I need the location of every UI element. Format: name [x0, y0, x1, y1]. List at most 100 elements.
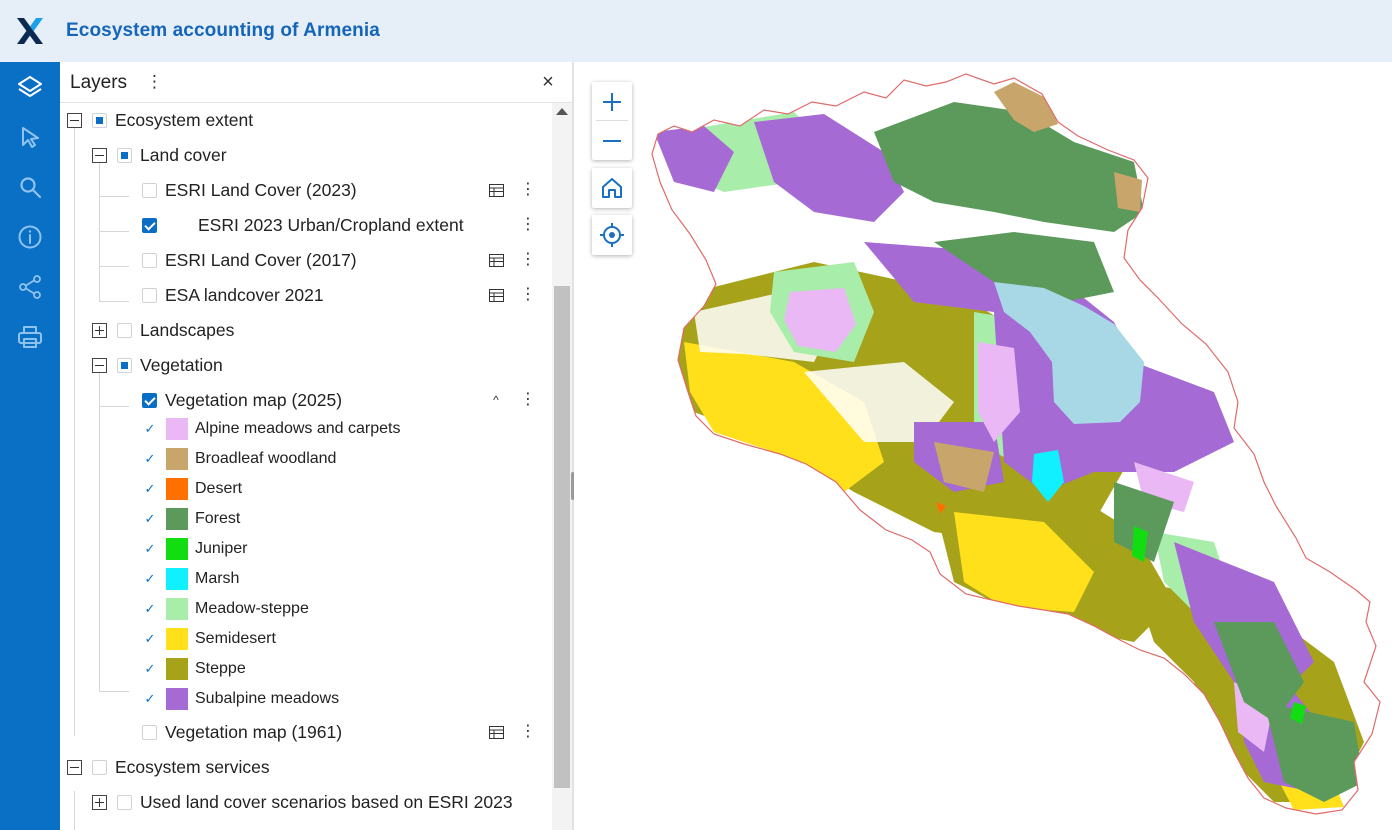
layer-label[interactable]: Ecosystem services [115, 750, 270, 785]
layer-label[interactable]: ESRI Land Cover (2017) [165, 243, 357, 278]
legend-swatch [166, 508, 188, 530]
layer-group-ecosystem-extent: Ecosystem extent [60, 103, 552, 138]
expand-toggle[interactable] [92, 795, 107, 810]
legend-item: ✓ Marsh [60, 564, 552, 594]
scrollbar-thumb[interactable] [554, 286, 570, 788]
check-icon[interactable]: ✓ [144, 510, 156, 528]
app-title: Ecosystem accounting of Armenia [66, 20, 380, 41]
attribute-table-icon[interactable] [489, 289, 504, 302]
legend-label: Meadow-steppe [195, 600, 309, 617]
layer-checkbox[interactable] [142, 288, 157, 303]
layer-checkbox[interactable] [92, 113, 107, 128]
collapse-toggle[interactable] [92, 148, 107, 163]
legend-label: Broadleaf woodland [195, 450, 337, 467]
legend-swatch [166, 658, 188, 680]
expand-toggle[interactable] [92, 323, 107, 338]
legend-label: Semidesert [195, 630, 276, 647]
check-icon[interactable]: ✓ [144, 630, 156, 648]
layer-label[interactable]: Landscapes [140, 313, 234, 348]
legend-item: ✓ Desert [60, 474, 552, 504]
legend-item: ✓ Semidesert [60, 624, 552, 654]
panel-scrollbar[interactable] [552, 103, 572, 830]
layer-checkbox[interactable] [117, 795, 132, 810]
legend-item: ✓ Subalpine meadows [60, 684, 552, 714]
layer-label[interactable]: Vegetation map (1961) [165, 715, 342, 750]
legend-label: Juniper [195, 540, 248, 557]
layer-checkbox[interactable] [142, 218, 157, 233]
layer-label[interactable]: Vegetation [140, 348, 223, 383]
zoom-out-icon[interactable] [592, 121, 632, 160]
layer-menu-kebab-icon[interactable]: ⋮ [520, 278, 536, 313]
layer-label[interactable]: Seasonal Water Yield [140, 820, 307, 830]
layer-checkbox[interactable] [117, 323, 132, 338]
search-icon[interactable] [0, 164, 60, 210]
check-icon[interactable]: ✓ [144, 420, 156, 438]
legend-item: ✓ Alpine meadows and carpets [60, 414, 552, 444]
layer-menu-kebab-icon[interactable]: ⋮ [520, 173, 536, 208]
tool-rail [0, 62, 60, 830]
x-logo-icon[interactable] [0, 0, 60, 62]
collapse-toggle[interactable] [67, 113, 82, 128]
layer-checkbox[interactable] [117, 358, 132, 373]
check-icon[interactable]: ✓ [144, 450, 156, 468]
panel-menu-kebab-icon[interactable]: ⋮ [146, 71, 163, 93]
layer-esri-urban-cropland: ESRI 2023 Urban/Cropland extent ⋮ [60, 208, 552, 243]
layer-label[interactable]: Land cover [140, 138, 227, 173]
close-icon[interactable]: × [538, 71, 558, 93]
layer-menu-kebab-icon[interactable]: ⋮ [520, 383, 536, 418]
home-icon[interactable] [592, 168, 632, 208]
attribute-table-icon[interactable] [489, 254, 504, 267]
layer-vegetation-map-2025: Vegetation map (2025) ^ ⋮ [60, 383, 552, 418]
layer-menu-kebab-icon[interactable]: ⋮ [520, 208, 536, 243]
attribute-table-icon[interactable] [489, 726, 504, 739]
collapse-toggle[interactable] [67, 760, 82, 775]
layer-label[interactable]: Vegetation map (2025) [165, 383, 342, 418]
check-icon[interactable]: ✓ [144, 480, 156, 498]
check-icon[interactable]: ✓ [144, 660, 156, 678]
locate-icon[interactable] [592, 215, 632, 255]
check-icon[interactable]: ✓ [144, 600, 156, 618]
legend-label: Steppe [195, 660, 246, 677]
layer-group-used-land-cover: Used land cover scenarios based on ESRI … [60, 785, 552, 820]
layer-label[interactable]: Used land cover scenarios based on ESRI … [140, 785, 513, 820]
legend-swatch [166, 538, 188, 560]
info-icon[interactable] [0, 214, 60, 260]
zoom-in-icon[interactable] [592, 82, 632, 121]
layer-checkbox[interactable] [142, 183, 157, 198]
layer-checkbox[interactable] [142, 393, 157, 408]
layers-icon[interactable] [0, 64, 60, 110]
legend-swatch [166, 628, 188, 650]
attribute-table-icon[interactable] [489, 184, 504, 197]
scroll-up-icon[interactable] [556, 108, 568, 115]
map-view[interactable] [574, 62, 1392, 830]
collapse-toggle[interactable] [92, 358, 107, 373]
legend-label: Marsh [195, 570, 240, 587]
layer-label[interactable]: ESA landcover 2021 [165, 278, 324, 313]
layer-esri-land-cover-2023: ESRI Land Cover (2023) ⋮ [60, 173, 552, 208]
panel-header: Layers ⋮ × [60, 62, 572, 103]
legend-swatch [166, 478, 188, 500]
layer-menu-kebab-icon[interactable]: ⋮ [520, 243, 536, 278]
layer-checkbox[interactable] [92, 760, 107, 775]
check-icon[interactable]: ✓ [144, 570, 156, 588]
cursor-icon[interactable] [0, 114, 60, 160]
layer-esa-landcover-2021: ESA landcover 2021 ⋮ [60, 278, 552, 313]
layer-checkbox[interactable] [142, 253, 157, 268]
vegetation-map-canvas [651, 73, 1381, 815]
legend-item: ✓ Meadow-steppe [60, 594, 552, 624]
layer-menu-kebab-icon[interactable]: ⋮ [520, 715, 536, 750]
layer-label[interactable]: ESRI Land Cover (2023) [165, 173, 357, 208]
check-icon[interactable]: ✓ [144, 690, 156, 708]
legend-item: ✓ Broadleaf woodland [60, 444, 552, 474]
chevron-up-icon[interactable]: ^ [489, 383, 503, 418]
layer-checkbox[interactable] [117, 148, 132, 163]
print-icon[interactable] [0, 314, 60, 360]
layer-label[interactable]: Ecosystem extent [115, 103, 253, 138]
layer-checkbox[interactable] [142, 725, 157, 740]
layer-tree: Ecosystem extent Land cover ESRI Land Co… [60, 103, 552, 830]
legend-item: ✓ Steppe [60, 654, 552, 684]
layer-label[interactable]: ESRI 2023 Urban/Cropland extent [198, 208, 464, 243]
panel-title: Layers [70, 72, 128, 93]
share-icon[interactable] [0, 264, 60, 310]
check-icon[interactable]: ✓ [144, 540, 156, 558]
